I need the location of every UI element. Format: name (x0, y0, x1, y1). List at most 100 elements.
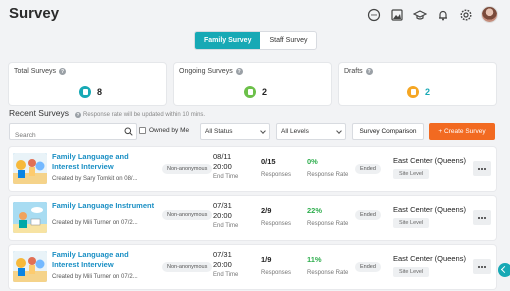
end-date: 08/11 (213, 152, 232, 161)
stat-label: Ongoing Surveys (179, 68, 233, 75)
responses-label: Responses (261, 221, 292, 227)
center-name: East Center (Queens) (393, 156, 466, 165)
help-icon[interactable]: ? (59, 68, 67, 75)
rate-note: Response rate will be updated within 10 … (83, 111, 206, 118)
survey-creator: Created by Sary Tomkit on 08/... (52, 176, 138, 182)
stat-value: 8 (97, 87, 103, 97)
responses: 0/15 Responses (261, 157, 291, 178)
privacy-badge: Non-anonymous (162, 210, 213, 220)
top-icons (366, 6, 498, 23)
survey-type-tabs: Family Survey Staff Survey (194, 31, 318, 50)
survey-thumbnail (13, 153, 47, 184)
status-value: All Status (205, 128, 233, 135)
stat-card-total: Total Surveys? 8 (9, 63, 166, 105)
recent-surveys-header: Recent Surveys ? Response rate will be up… (9, 108, 205, 118)
rate-value: 0% (307, 157, 318, 166)
filter-bar: Owned by Me All Status All Levels Survey… (9, 123, 496, 143)
status-badge: Ended (355, 164, 381, 174)
end-time-label: End Time (213, 174, 239, 180)
survey-name-link[interactable]: Family Language Instrument (52, 201, 157, 211)
center-name: East Center (Queens) (393, 254, 466, 263)
collapse-panel-button[interactable] (498, 263, 510, 277)
create-survey-button[interactable]: + Create Survey (429, 123, 495, 140)
privacy-badge: Non-anonymous (162, 262, 213, 272)
survey-name-link[interactable]: Family Language and Interest Interview (52, 152, 157, 172)
survey-comparison-button[interactable]: Survey Comparison (352, 123, 424, 140)
help-icon[interactable]: ? (365, 68, 373, 75)
status-select[interactable]: All Status (200, 123, 270, 140)
survey-row[interactable]: Family Language and Interest Interview C… (9, 147, 496, 191)
responses-value: 0/15 (261, 157, 276, 166)
end-date: 07/31 (213, 201, 232, 210)
more-actions-button[interactable] (473, 210, 491, 225)
survey-thumbnail (13, 251, 47, 282)
end-time-label: End Time (213, 272, 239, 278)
levels-select[interactable]: All Levels (276, 123, 346, 140)
center-info: East Center (Queens) Site Level (393, 205, 466, 228)
more-actions-button[interactable] (473, 161, 491, 176)
responses: 1/9 Responses (261, 255, 291, 276)
tab-staff-survey[interactable]: Staff Survey (260, 32, 316, 49)
more-actions-button[interactable] (473, 259, 491, 274)
rate-value: 22% (307, 206, 323, 215)
rate-label: Response Rate (307, 221, 349, 227)
response-rate: 22% Response Rate (307, 206, 348, 227)
owned-label: Owned by Me (149, 127, 190, 134)
survey-name-link[interactable]: Family Language and Interest Interview (52, 250, 157, 270)
chevron-down-icon (260, 128, 266, 134)
stat-card-drafts: Drafts? 2 (339, 63, 496, 105)
survey-row[interactable]: Family Language Instrument Created by Mi… (9, 196, 496, 240)
survey-icon (79, 86, 91, 98)
center-info: East Center (Queens) Site Level (393, 156, 466, 179)
section-heading: Recent Surveys (9, 108, 69, 118)
end-clock: 20:00 (213, 162, 232, 171)
privacy-badge: Non-anonymous (162, 164, 213, 174)
end-clock: 20:00 (213, 211, 232, 220)
search-box (9, 123, 137, 143)
tab-family-survey[interactable]: Family Survey (195, 32, 261, 49)
owned-checkbox[interactable] (139, 127, 146, 134)
response-rate: 0% Response Rate (307, 157, 348, 178)
survey-creator: Created by Mili Turner on 07/2... (52, 220, 138, 226)
avatar[interactable] (481, 6, 498, 23)
responses-value: 1/9 (261, 255, 272, 264)
survey-icon (244, 86, 256, 98)
chat-icon[interactable] (366, 7, 382, 23)
stat-card-ongoing: Ongoing Surveys? 2 (174, 63, 331, 105)
stat-value[interactable]: 2 (425, 87, 430, 97)
status-badge: Ended (355, 262, 381, 272)
end-time: 07/31 20:00 End Time (213, 201, 238, 231)
responses: 2/9 Responses (261, 206, 291, 227)
survey-creator: Created by Mili Turner on 07/2... (52, 274, 138, 280)
survey-thumbnail (13, 202, 47, 233)
search-icon[interactable] (124, 127, 133, 136)
draft-icon (407, 86, 419, 98)
center-name: East Center (Queens) (393, 205, 466, 214)
rate-label: Response Rate (307, 172, 349, 178)
response-rate: 11% Response Rate (307, 255, 348, 276)
info-icon: ? (75, 111, 81, 118)
end-time: 08/11 20:00 End Time (213, 152, 238, 182)
bell-icon[interactable] (435, 7, 451, 23)
owned-by-me[interactable]: Owned by Me (139, 127, 189, 134)
image-icon[interactable] (389, 7, 405, 23)
chevron-left-icon (500, 265, 509, 274)
level-badge: Site Level (393, 218, 430, 228)
search-input[interactable] (10, 128, 110, 143)
gear-icon[interactable] (458, 7, 474, 23)
chevron-down-icon (336, 128, 342, 134)
responses-value: 2/9 (261, 206, 272, 215)
help-icon[interactable]: ? (235, 68, 243, 75)
status-badge: Ended (355, 210, 381, 220)
end-time: 07/31 20:00 End Time (213, 250, 238, 280)
top-bar: Survey (0, 0, 510, 28)
rate-label: Response Rate (307, 270, 349, 276)
graduation-icon[interactable] (412, 7, 428, 23)
center-info: East Center (Queens) Site Level (393, 254, 466, 277)
responses-label: Responses (261, 172, 292, 178)
survey-row[interactable]: Family Language and Interest Interview C… (9, 245, 496, 289)
end-clock: 20:00 (213, 260, 232, 269)
rate-value: 11% (307, 255, 322, 264)
page-title: Survey (9, 5, 60, 22)
stat-value: 2 (262, 87, 268, 97)
